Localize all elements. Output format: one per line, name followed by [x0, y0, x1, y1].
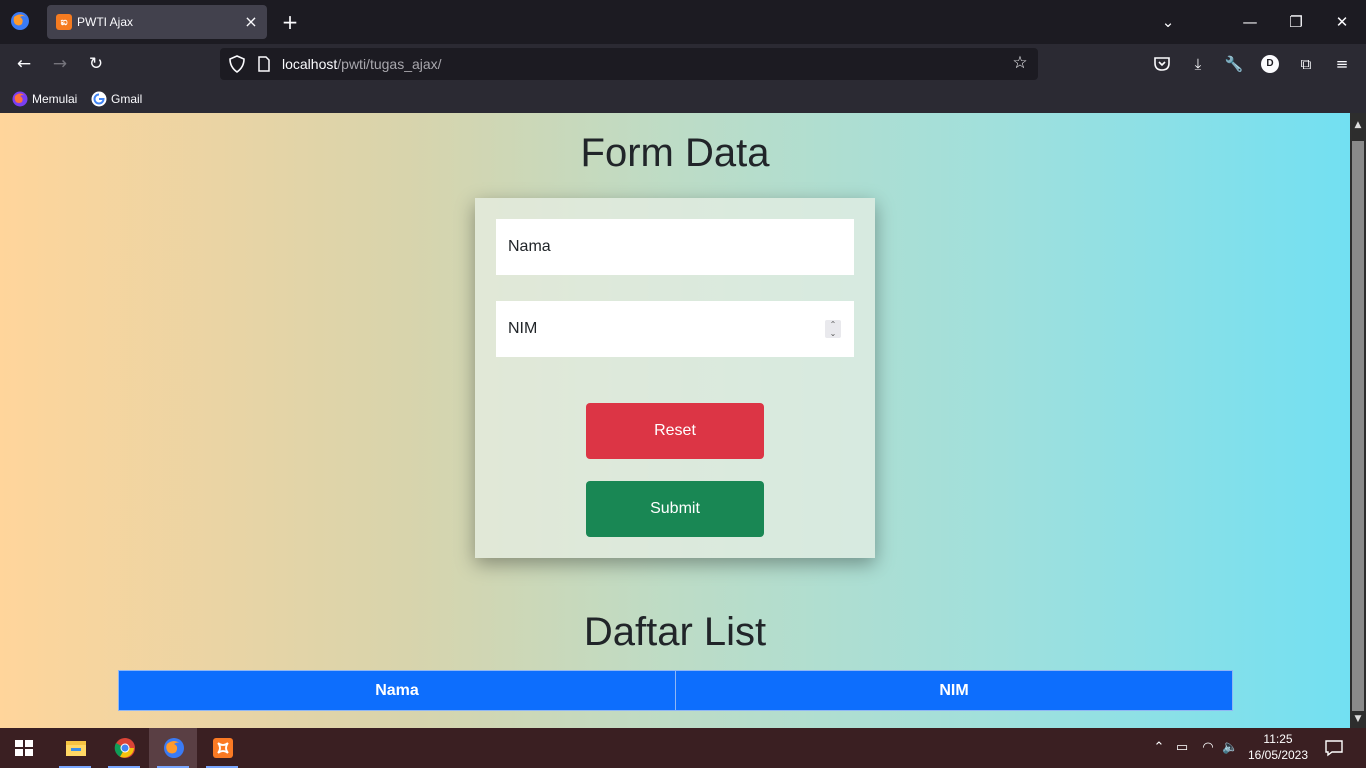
url-bar[interactable]: localhost/pwti/tugas_ajax/ ☆ [220, 48, 1038, 80]
list-all-tabs-button[interactable]: ⌄ [1156, 10, 1180, 34]
navigation-toolbar: ← → ↻ localhost/pwti/tugas_ajax/ ☆ ⤓ 🔧 D… [0, 44, 1366, 84]
show-hidden-icons-icon[interactable]: ⌃ [1151, 740, 1167, 756]
nim-input[interactable]: NIM ⌃ ⌄ [496, 301, 854, 357]
minimize-button[interactable]: — [1238, 10, 1262, 34]
xampp-icon [213, 738, 233, 758]
windows-taskbar: ⌃ ▭ ◠ 🔈 11:25 16/05/2023 [0, 728, 1366, 768]
xampp-icon: ಐ [56, 14, 72, 30]
extensions-icon[interactable]: ⧉ [1296, 54, 1316, 74]
tab-title: PWTI Ajax [77, 15, 134, 29]
shield-icon[interactable] [228, 55, 246, 73]
close-icon[interactable]: × [241, 12, 261, 32]
file-explorer-icon [66, 741, 86, 756]
taskbar-file-explorer[interactable] [51, 728, 99, 768]
windows-start-icon[interactable] [15, 740, 33, 756]
wifi-icon[interactable]: ◠ [1200, 740, 1216, 756]
system-clock[interactable]: 11:25 16/05/2023 [1240, 731, 1316, 763]
battery-icon[interactable]: ▭ [1174, 740, 1190, 756]
taskbar-chrome[interactable] [100, 728, 148, 768]
page-scrollbar[interactable]: ▲ ▼ [1350, 113, 1366, 728]
close-window-button[interactable]: ✕ [1330, 10, 1354, 34]
submit-button[interactable]: Submit [586, 481, 764, 537]
url-host: localhost [282, 56, 338, 72]
scroll-down-icon[interactable]: ▼ [1350, 711, 1366, 727]
bookmark-label: Gmail [111, 92, 143, 106]
clock-date: 16/05/2023 [1247, 748, 1309, 762]
volume-icon[interactable]: 🔈 [1222, 740, 1238, 756]
wrench-icon[interactable]: 🔧 [1224, 54, 1244, 74]
reload-button[interactable]: ↻ [84, 52, 108, 76]
back-button[interactable]: ← [12, 52, 36, 76]
bookmark-label: Memulai [32, 92, 78, 106]
page-viewport: Form Data Nama NIM ⌃ ⌄ Reset Submit Dafta… [0, 113, 1350, 728]
download-icon[interactable]: ⤓ [1188, 54, 1208, 74]
restore-button[interactable]: ❐ [1284, 10, 1308, 34]
menu-icon[interactable]: ≡ [1332, 54, 1352, 74]
tab-pwti-ajax[interactable]: ಐ PWTI Ajax × [47, 5, 267, 39]
page-icon[interactable] [257, 56, 271, 72]
bookmarks-toolbar: Memulai Gmail [0, 84, 1366, 113]
bookmark-star-icon[interactable]: ☆ [1010, 53, 1030, 73]
firefox-menu-icon[interactable] [10, 11, 30, 31]
tab-bar: ಐ PWTI Ajax × + ⌄ — ❐ ✕ [0, 0, 1366, 44]
firefox-icon [12, 91, 28, 107]
column-header-nama: Nama [119, 671, 675, 710]
forward-button[interactable]: → [48, 52, 72, 76]
form-title: Form Data [580, 131, 770, 175]
scroll-up-icon[interactable]: ▲ [1350, 117, 1366, 133]
bookmark-gmail[interactable]: Gmail [91, 90, 142, 108]
nim-placeholder: NIM [508, 320, 538, 337]
scroll-thumb[interactable] [1352, 141, 1364, 711]
profile-avatar[interactable]: D [1261, 55, 1279, 73]
firefox-icon [164, 738, 184, 758]
clock-time: 11:25 [1263, 732, 1293, 746]
url-path: /pwti/tugas_ajax/ [337, 56, 442, 72]
bookmark-memulai[interactable]: Memulai [12, 90, 77, 108]
column-header-nim: NIM [675, 671, 1232, 710]
list-title: Daftar List [583, 610, 767, 654]
google-icon [91, 91, 107, 107]
nama-input[interactable]: Nama [496, 219, 854, 275]
form-card: Nama NIM ⌃ ⌄ Reset Submit [475, 198, 875, 558]
notification-icon[interactable] [1324, 738, 1344, 758]
chrome-icon [114, 738, 135, 758]
new-tab-button[interactable]: + [278, 10, 302, 34]
nama-placeholder: Nama [508, 238, 551, 255]
number-spinner-icon[interactable]: ⌃ ⌄ [825, 320, 841, 338]
pocket-icon[interactable] [1152, 54, 1172, 74]
taskbar-xampp[interactable] [198, 728, 246, 768]
taskbar-firefox[interactable] [149, 728, 197, 768]
data-table-header: Nama NIM [118, 670, 1233, 711]
reset-button[interactable]: Reset [586, 403, 764, 459]
url-text[interactable]: localhost/pwti/tugas_ajax/ [282, 56, 442, 72]
